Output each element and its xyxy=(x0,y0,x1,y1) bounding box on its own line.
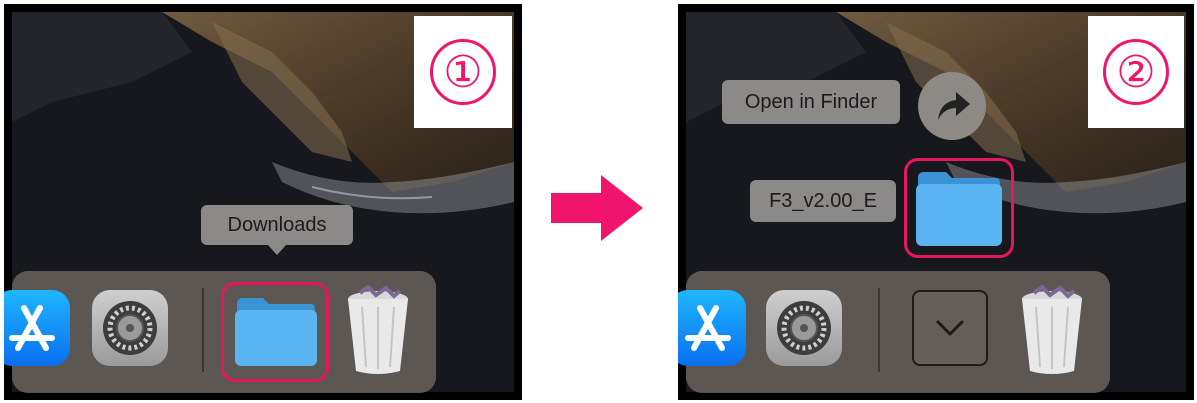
share-arrow-icon xyxy=(938,92,970,120)
downloads-tooltip: Downloads xyxy=(201,205,353,255)
open-in-finder-label[interactable]: Open in Finder xyxy=(722,80,900,124)
stack-collapse-button[interactable] xyxy=(912,290,988,366)
system-settings-icon[interactable] xyxy=(766,290,842,366)
chevron-down-icon xyxy=(936,320,964,336)
folder-name-label: F3_v2.00_E xyxy=(750,180,896,222)
downloads-folder-icon[interactable] xyxy=(233,294,319,373)
screenshot-step-1: ① Downloads xyxy=(4,4,522,400)
dock-separator xyxy=(202,288,204,372)
app-store-icon[interactable] xyxy=(4,290,70,366)
app-store-icon[interactable] xyxy=(678,290,746,366)
trash-icon[interactable] xyxy=(1016,284,1088,380)
step-number: ② xyxy=(1103,39,1169,105)
open-in-finder-button[interactable] xyxy=(918,72,986,140)
step-number-badge: ② xyxy=(1088,16,1184,128)
system-settings-icon[interactable] xyxy=(92,290,168,366)
step-number-badge: ① xyxy=(414,16,512,128)
step-number: ① xyxy=(430,39,496,105)
screenshot-step-2: ② Open in Finder F3_v2.00_E xyxy=(678,4,1194,400)
trash-icon[interactable] xyxy=(342,284,414,380)
dock-separator xyxy=(878,288,880,372)
f3-folder-icon[interactable] xyxy=(914,168,1004,253)
next-step-arrow-icon xyxy=(551,175,643,241)
